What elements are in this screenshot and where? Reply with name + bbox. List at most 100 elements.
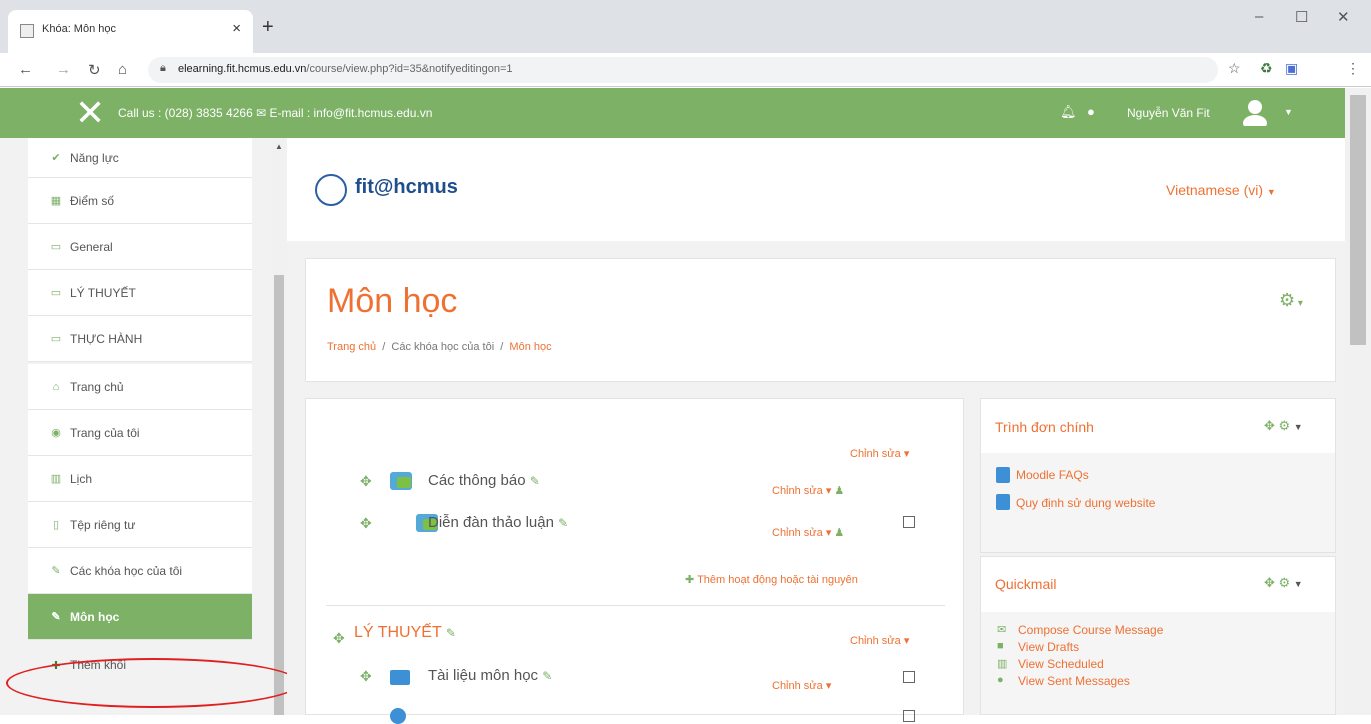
block-title: Quickmail [995, 576, 1057, 592]
lock-icon: 🔒︎ [160, 62, 166, 74]
calendar-icon: ▥ [50, 473, 62, 485]
pencil-icon: ✎ [529, 474, 540, 488]
folder-icon [390, 670, 410, 685]
user-menu-chevron-icon[interactable]: ▼ [1284, 107, 1293, 117]
drafts-icon: ■ [997, 640, 1004, 652]
block-title: Trình đơn chính [995, 419, 1094, 435]
block-actions-icon[interactable]: ✥ ⚙ ▼ [1264, 575, 1303, 591]
sidebar-item-theory[interactable]: ▭ LÝ THUYẾT [28, 270, 252, 316]
menu-icon[interactable]: ⋮ [1346, 60, 1360, 77]
avatar-icon[interactable] [1241, 98, 1269, 126]
home-icon: ⌂ [52, 380, 60, 393]
envelope-icon: ✉ [997, 624, 1007, 636]
sidebar-item-general[interactable]: ▭ General [28, 224, 252, 270]
forum-icon [390, 472, 412, 490]
move-icon[interactable]: ✥ [360, 473, 372, 490]
sidebar-item-course[interactable]: ✎ Môn học [28, 594, 252, 640]
sidebar-item-dashboard[interactable]: ◉ Trang của tôi [28, 410, 252, 456]
link-drafts[interactable]: View Drafts [1018, 640, 1079, 654]
document-icon [996, 494, 1010, 510]
page-scroll-thumb[interactable] [1350, 95, 1366, 345]
course-header [305, 258, 1336, 382]
pencil-icon: ✎ [542, 669, 553, 683]
contact-info: Call us : (028) 3835 4266 ✉ E-mail : inf… [118, 106, 433, 120]
completion-checkbox[interactable] [903, 671, 915, 683]
sidebar-item-home[interactable]: ⌂ Trang chủ [28, 364, 252, 410]
graduation-cap-icon: ✎ [51, 565, 61, 577]
minimize-button[interactable]: – [1255, 8, 1263, 25]
sidebar-item-calendar[interactable]: ▥ Lịch [28, 456, 252, 502]
settings-gear-icon[interactable]: ⚙ ▾ [1279, 290, 1303, 311]
extension-icon[interactable]: ♻ [1260, 60, 1273, 77]
folder-icon: ▭ [50, 287, 62, 299]
edit-menu[interactable]: Chỉnh sửa ▾ [772, 679, 831, 692]
breadcrumb: Trang chủ / Các khóa học của tôi / Môn h… [327, 341, 552, 353]
activity-course-documents[interactable]: Tài liệu môn học ✎ [428, 667, 552, 684]
move-icon[interactable]: ✥ [360, 515, 372, 532]
browser-tab[interactable]: Khóa: Môn học × [8, 10, 253, 53]
activity-forum[interactable]: Diễn đàn thảo luận ✎ [428, 514, 568, 531]
scroll-up-icon[interactable]: ▲ [275, 142, 283, 151]
close-sidebar-icon[interactable]: ✕ [75, 92, 105, 134]
breadcrumb-home[interactable]: Trang chủ [327, 341, 376, 353]
maximize-button[interactable]: ☐ [1295, 8, 1308, 26]
window-close-button[interactable]: ✕ [1337, 8, 1350, 26]
sidebar-scroll-thumb[interactable] [274, 275, 284, 715]
forward-icon[interactable]: → [56, 61, 71, 78]
sidebar-item-grades[interactable]: ▦ Điểm số [28, 178, 252, 224]
page-title: Môn học [327, 282, 458, 320]
edit-menu[interactable]: Chỉnh sửa ▾ [850, 447, 909, 460]
sidebar-list: ✔ Năng lực ▦ Điểm số ▭ General ▭ LÝ THUYẾT ▭… [28, 138, 252, 688]
back-icon[interactable]: ← [18, 61, 33, 78]
link-compose[interactable]: Compose Course Message [1018, 623, 1163, 637]
pencil-icon: ✎ [445, 626, 456, 640]
sidebar-item-my-courses[interactable]: ✎ Các khóa học của tôi [28, 548, 252, 594]
link-moodle-faqs[interactable]: Moodle FAQs [1016, 468, 1089, 482]
user-name[interactable]: Nguyễn Văn Fit [1127, 106, 1210, 120]
message-icon: ● [997, 674, 1004, 686]
course-content [305, 398, 964, 715]
calendar-icon: ▥ [997, 658, 1008, 670]
url-text[interactable]: elearning.fit.hcmus.edu.vn/course/view.p… [178, 63, 513, 75]
favicon-icon [20, 24, 34, 38]
link-scheduled[interactable]: View Scheduled [1018, 657, 1104, 671]
highlight-annotation [6, 658, 300, 708]
link-website-rules[interactable]: Quy định sử dụng website [1016, 496, 1155, 510]
folder-icon: ▭ [50, 333, 62, 345]
check-icon: ✔ [51, 152, 61, 164]
move-icon[interactable]: ✥ [360, 668, 372, 685]
sidebar-item-private-files[interactable]: ▯ Tệp riêng tư [28, 502, 252, 548]
section-title: LÝ THUYẾT ✎ [354, 624, 456, 641]
section-divider [326, 605, 945, 606]
completion-checkbox[interactable] [903, 516, 915, 528]
home-icon[interactable]: ⌂ [118, 61, 127, 78]
table-icon: ▦ [50, 195, 62, 207]
address-bar-row: ← → ↻ ⌂ 🔒︎ elearning.fit.hcmus.edu.vn/co… [0, 53, 1371, 131]
block-actions-icon[interactable]: ✥ ⚙ ▼ [1264, 418, 1303, 434]
edit-menu[interactable]: Chỉnh sửa ▾ ♟ [772, 526, 844, 539]
close-tab-icon[interactable]: × [232, 20, 241, 37]
new-tab-button[interactable]: + [262, 16, 274, 39]
notification-icon[interactable]: 🔔︎ [1060, 104, 1077, 120]
add-activity-link[interactable]: ✚ Thêm hoạt động hoặc tài nguyên [685, 573, 858, 586]
dashboard-icon: ◉ [51, 427, 61, 439]
link-sent[interactable]: View Sent Messages [1018, 674, 1130, 688]
sidebar-item-competency[interactable]: ✔ Năng lực [28, 138, 252, 178]
star-icon[interactable]: ☆ [1228, 60, 1241, 77]
folder-icon: ▭ [50, 241, 62, 253]
completion-checkbox[interactable] [903, 710, 915, 722]
edit-menu[interactable]: Chỉnh sửa ▾ ♟ [772, 484, 844, 497]
reload-icon[interactable]: ↻ [88, 61, 101, 79]
site-logo[interactable]: fit@hcmus [315, 172, 493, 208]
pencil-icon: ✎ [558, 516, 569, 530]
translate-icon[interactable]: ▣ [1285, 60, 1298, 77]
breadcrumb-my-courses[interactable]: Các khóa học của tôi [391, 341, 494, 353]
move-icon[interactable]: ✥ [333, 630, 345, 647]
edit-menu[interactable]: Chỉnh sửa ▾ [850, 634, 909, 647]
message-icon[interactable]: ● [1087, 104, 1095, 119]
activity-announcements[interactable]: Các thông báo ✎ [428, 472, 540, 489]
breadcrumb-course[interactable]: Môn học [509, 341, 551, 353]
language-selector[interactable]: Vietnamese (vi) ▼ [1166, 182, 1276, 198]
logo-emblem-icon [315, 174, 347, 206]
sidebar-item-practice[interactable]: ▭ THỰC HÀNH [28, 316, 252, 362]
